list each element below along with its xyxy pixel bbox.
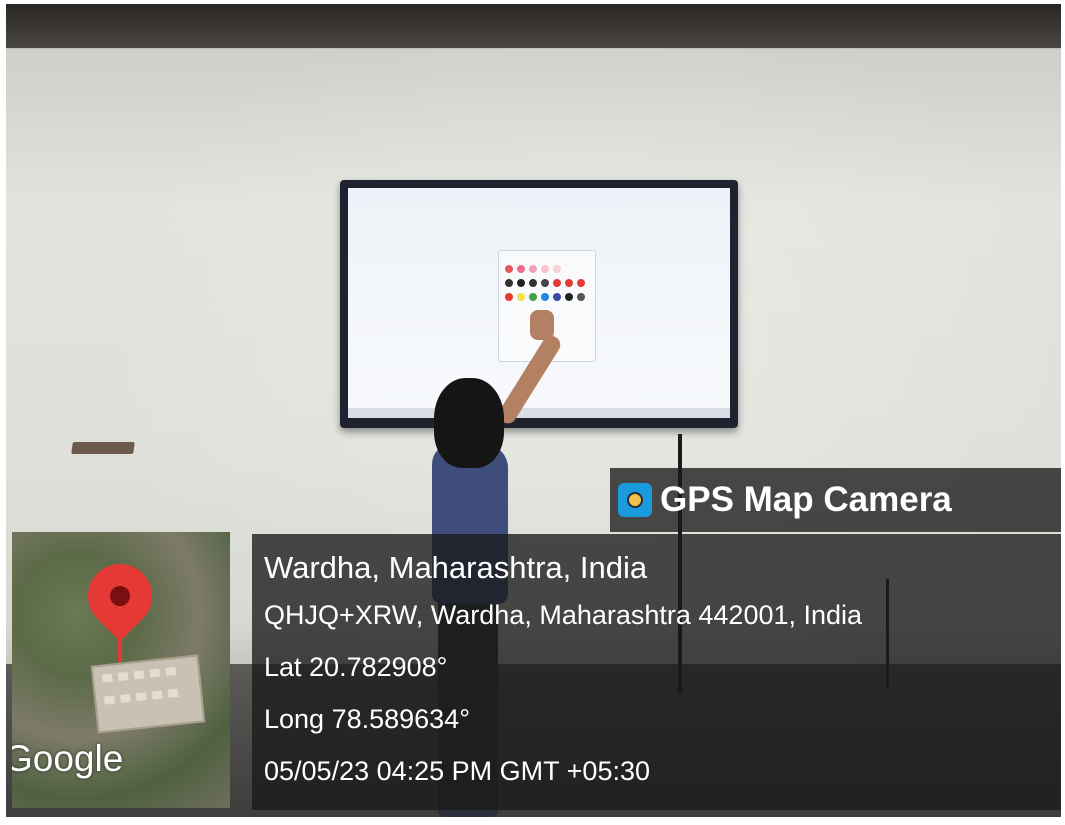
map-thumbnail: Google [12, 532, 230, 808]
display-taskbar [348, 408, 730, 418]
map-attribution: Google [12, 738, 124, 779]
latitude: Lat 20.782908° [264, 652, 448, 682]
longitude: Long 78.589634° [264, 704, 470, 734]
address: QHJQ+XRW, Wardha, Maharashtra 442001, In… [264, 600, 863, 630]
interactive-display [340, 180, 738, 428]
person-head [434, 378, 504, 468]
wall-shelf [71, 442, 135, 454]
app-brand-banner: GPS Map Camera [610, 468, 1061, 532]
map-pin-icon [74, 550, 166, 642]
ceiling [6, 4, 1061, 48]
person-hand [530, 310, 554, 340]
timestamp: 05/05/23 04:25 PM GMT +05:30 [264, 756, 651, 786]
location-info-panel: Wardha, Maharashtra, India QHJQ+XRW, War… [252, 534, 1061, 810]
map-building [90, 654, 206, 734]
gps-camera-icon [618, 483, 652, 517]
app-name: GPS Map Camera [660, 480, 952, 519]
location-title: Wardha, Maharashtra, India [264, 550, 648, 585]
